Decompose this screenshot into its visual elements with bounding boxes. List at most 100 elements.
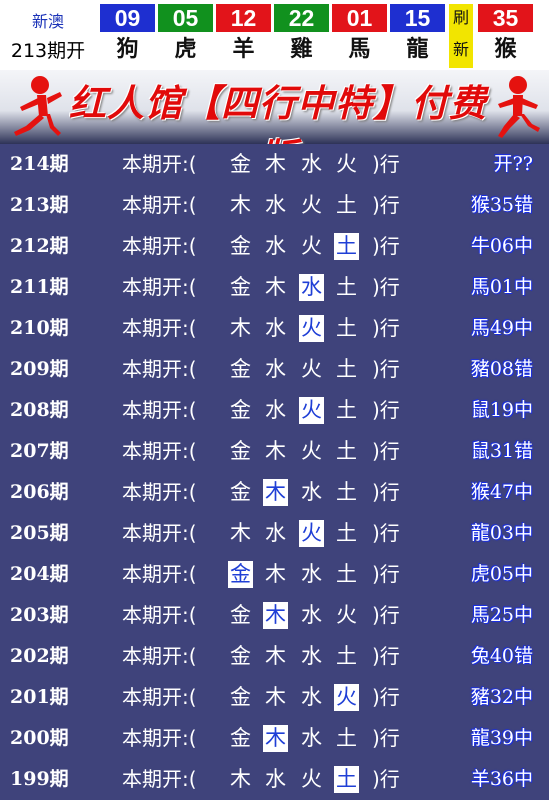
- ball-number: 12: [216, 4, 271, 32]
- issue-info: 新澳 213期开: [0, 0, 96, 70]
- element-char: 水: [265, 398, 286, 422]
- refresh-label-bottom: 新: [452, 40, 469, 59]
- row-suffix: )行: [372, 685, 400, 709]
- row-suffix: )行: [372, 480, 400, 504]
- refresh-label-top: 刷: [452, 8, 469, 27]
- element-char: 水: [299, 274, 324, 301]
- element-char: 木: [230, 521, 251, 545]
- element-char: 木: [230, 193, 251, 217]
- element-char: 土: [336, 275, 357, 299]
- row-prefix: 本期开:(: [122, 234, 197, 258]
- row-suffix: )行: [372, 357, 400, 381]
- element-char: 土: [336, 726, 357, 750]
- result-text: 猴35错: [470, 194, 533, 216]
- element-char: 水: [265, 357, 286, 381]
- period-label: 211期: [10, 276, 69, 298]
- result-text: 虎05中: [470, 563, 533, 585]
- result-text: 兔40错: [470, 645, 533, 667]
- result-text: 猴47中: [470, 481, 533, 503]
- table-row: 212期 本期开:(金水火土)行 牛06中: [0, 226, 549, 267]
- row-suffix: )行: [372, 562, 400, 586]
- element-char: 火: [299, 520, 324, 547]
- row-prefix: 本期开:(: [122, 685, 197, 709]
- row-suffix: )行: [372, 439, 400, 463]
- table-row: 204期 本期开:(金木水土)行 虎05中: [0, 554, 549, 595]
- element-char: 金: [230, 439, 251, 463]
- row-suffix: )行: [372, 726, 400, 750]
- ball-number: 01: [332, 4, 387, 32]
- element-char: 土: [336, 193, 357, 217]
- element-char: 火: [334, 684, 359, 711]
- table-row: 202期 本期开:(金木水土)行 兔40错: [0, 636, 549, 677]
- period-label: 213期: [10, 194, 69, 216]
- refresh-button[interactable]: 刷 新: [449, 4, 473, 68]
- element-char: 金: [230, 480, 251, 504]
- period-label: 199期: [10, 768, 69, 790]
- element-char: 土: [334, 233, 359, 260]
- element-char: 火: [301, 193, 322, 217]
- table-row: 214期 本期开:(金木水火)行 开??: [0, 144, 549, 185]
- ball-number: 05: [158, 4, 213, 32]
- period-label: 205期: [10, 522, 69, 544]
- element-char: 火: [336, 152, 357, 176]
- result-text: 龍39中: [470, 727, 533, 749]
- table-row: 209期 本期开:(金水火土)行 豬08错: [0, 349, 549, 390]
- element-char: 火: [301, 439, 322, 463]
- row-prefix: 本期开:(: [122, 644, 197, 668]
- element-char: 金: [230, 234, 251, 258]
- row-prefix: 本期开:(: [122, 439, 197, 463]
- banner-title: 红人馆【四行中特】付费版: [69, 81, 487, 179]
- row-prefix: 本期开:(: [122, 521, 197, 545]
- row-prefix: 本期开:(: [122, 603, 197, 627]
- period-label: 202期: [10, 645, 69, 667]
- ball-number: 22: [274, 4, 329, 32]
- ball-zodiac: 雞: [290, 37, 313, 62]
- result-text: 鼠31错: [470, 440, 533, 462]
- element-char: 金: [230, 398, 251, 422]
- ball-zodiac: 狗: [116, 37, 139, 62]
- element-char: 土: [336, 357, 357, 381]
- period-label: 204期: [10, 563, 69, 585]
- table-row: 200期 本期开:(金木水土)行 龍39中: [0, 718, 549, 759]
- row-prefix: 本期开:(: [122, 193, 197, 217]
- row-prefix: 本期开:(: [122, 480, 197, 504]
- element-char: 木: [230, 767, 251, 791]
- element-char: 木: [230, 316, 251, 340]
- table-row: 199期 本期开:(木水火土)行 羊36中: [0, 759, 549, 800]
- element-char: 金: [230, 275, 251, 299]
- element-char: 木: [265, 562, 286, 586]
- element-char: 火: [299, 397, 324, 424]
- period-label: 201期: [10, 686, 69, 708]
- period-label: 212期: [10, 235, 69, 257]
- element-char: 水: [265, 234, 286, 258]
- element-char: 水: [301, 480, 322, 504]
- period-label: 206期: [10, 481, 69, 503]
- element-char: 土: [336, 521, 357, 545]
- element-char: 火: [336, 603, 357, 627]
- row-prefix: 本期开:(: [122, 152, 197, 176]
- element-char: 木: [263, 725, 288, 752]
- element-char: 水: [265, 521, 286, 545]
- row-suffix: )行: [372, 398, 400, 422]
- table-row: 201期 本期开:(金木水火)行 豬32中: [0, 677, 549, 718]
- row-prefix: 本期开:(: [122, 357, 197, 381]
- element-char: 土: [336, 398, 357, 422]
- element-char: 火: [301, 357, 322, 381]
- element-char: 水: [301, 562, 322, 586]
- row-suffix: )行: [372, 275, 400, 299]
- result-text: 豬32中: [470, 686, 533, 708]
- element-char: 火: [301, 767, 322, 791]
- element-char: 水: [265, 316, 286, 340]
- result-text: 羊36中: [470, 768, 533, 790]
- result-text: 开??: [493, 153, 533, 175]
- row-suffix: )行: [372, 521, 400, 545]
- table-row: 211期 本期开:(金木水土)行 馬01中: [0, 267, 549, 308]
- element-char: 金: [230, 603, 251, 627]
- red-man-running-icon: [14, 76, 62, 136]
- result-text: 馬49中: [470, 317, 533, 339]
- row-suffix: )行: [372, 603, 400, 627]
- table-row: 210期 本期开:(木水火土)行 馬49中: [0, 308, 549, 349]
- period-label: 210期: [10, 317, 69, 339]
- element-char: 土: [336, 480, 357, 504]
- element-char: 木: [263, 479, 288, 506]
